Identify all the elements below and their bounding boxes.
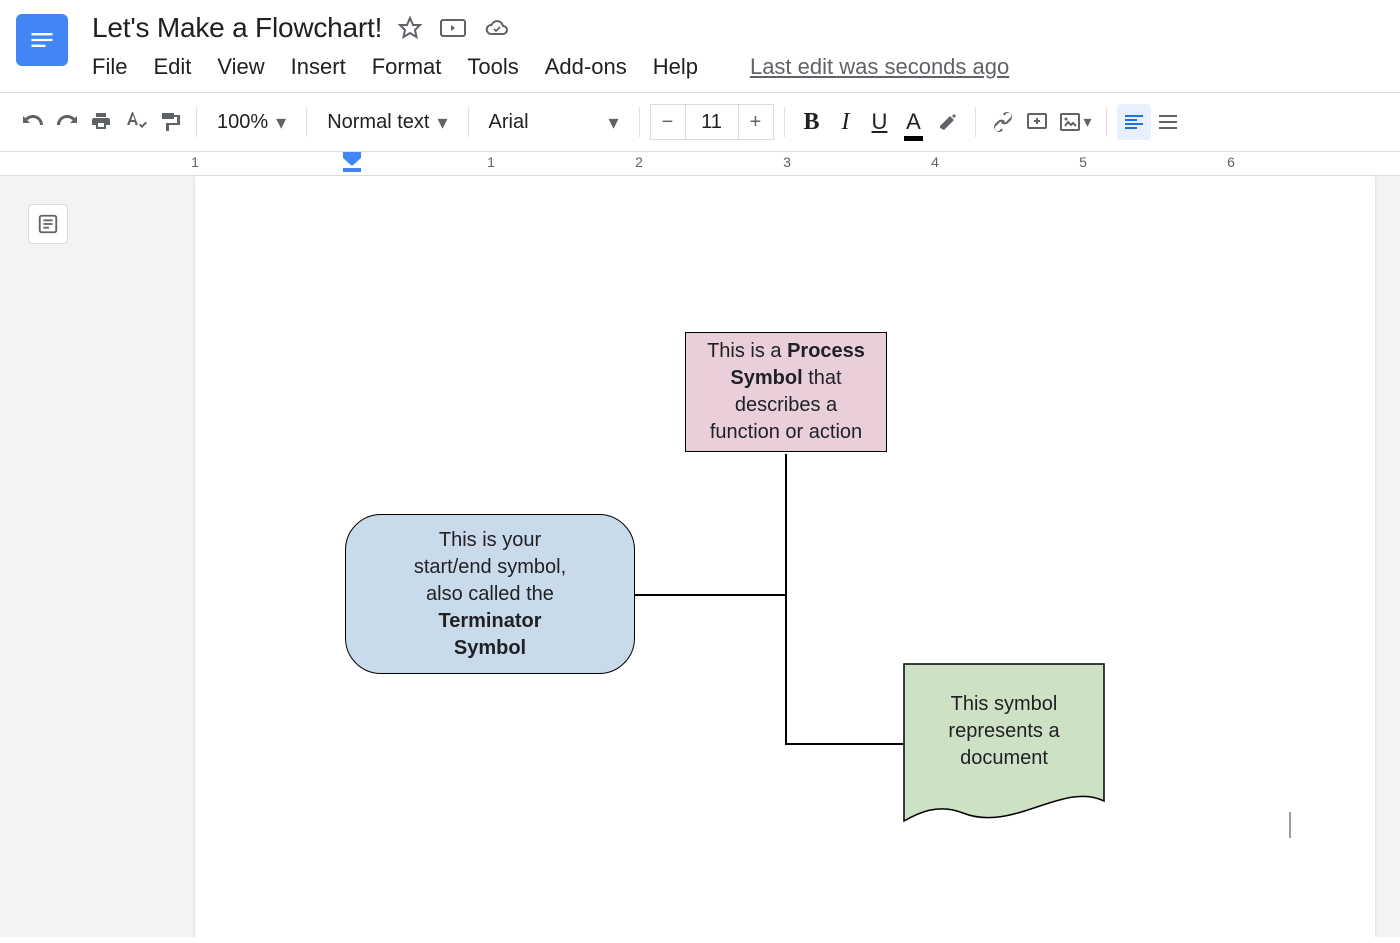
zoom-value: 100% — [217, 111, 268, 134]
font-size-input[interactable] — [686, 104, 738, 140]
underline-button[interactable]: U — [863, 104, 897, 140]
horizontal-ruler[interactable]: 1 1 2 3 4 5 6 — [0, 152, 1400, 176]
document-page[interactable]: This is your start/end symbol, also call… — [195, 176, 1375, 937]
chevron-down-icon: ▾ — [608, 110, 618, 135]
text-color-button[interactable]: A — [897, 104, 931, 140]
spellcheck-button[interactable] — [118, 104, 152, 140]
docs-logo-icon[interactable] — [16, 14, 68, 66]
ruler-mark: 2 — [635, 154, 643, 170]
app-header: Let's Make a Flowchart! File Edit View I… — [0, 0, 1400, 92]
menu-file[interactable]: File — [92, 54, 127, 80]
menu-insert[interactable]: Insert — [291, 54, 346, 80]
line-spacing-button[interactable] — [1151, 104, 1185, 140]
document-outline-button[interactable] — [28, 204, 68, 244]
undo-button[interactable] — [16, 104, 50, 140]
bold-button[interactable]: B — [795, 104, 829, 140]
ruler-mark: 1 — [191, 154, 199, 170]
align-left-button[interactable] — [1117, 104, 1151, 140]
font-size-decrease-button[interactable]: − — [650, 104, 686, 140]
menu-help[interactable]: Help — [653, 54, 698, 80]
paragraph-style-value: Normal text — [327, 111, 429, 134]
insert-link-button[interactable] — [986, 104, 1020, 140]
print-button[interactable] — [84, 104, 118, 140]
ruler-mark: 5 — [1079, 154, 1087, 170]
ruler-mark: 1 — [487, 154, 495, 170]
ruler-mark: 6 — [1227, 154, 1235, 170]
chevron-down-icon: ▾ — [276, 110, 286, 135]
chevron-down-icon: ▾ — [1084, 112, 1092, 132]
last-edit-link[interactable]: Last edit was seconds ago — [750, 54, 1009, 80]
menu-edit[interactable]: Edit — [153, 54, 191, 80]
flowchart-process-shape[interactable]: This is a Process Symbol that describes … — [685, 332, 887, 452]
document-title[interactable]: Let's Make a Flowchart! — [92, 12, 382, 44]
flowchart-terminator-shape[interactable]: This is your start/end symbol, also call… — [345, 514, 635, 674]
insert-image-button[interactable]: ▾ — [1054, 104, 1096, 140]
menu-view[interactable]: View — [217, 54, 264, 80]
cloud-status-icon[interactable] — [484, 17, 510, 39]
italic-button[interactable]: I — [829, 104, 863, 140]
flowchart-document-shape[interactable]: This symbol represents a document — [903, 663, 1105, 823]
menu-tools[interactable]: Tools — [467, 54, 518, 80]
toolbar: 100% ▾ Normal text ▾ Arial ▾ − + B I U A — [0, 92, 1400, 152]
connector-line — [785, 454, 787, 744]
font-family-value: Arial — [489, 111, 529, 134]
terminator-text: This is your start/end symbol, also call… — [414, 527, 566, 662]
redo-button[interactable] — [50, 104, 84, 140]
process-text: This is a Process Symbol that describes … — [707, 338, 865, 446]
paragraph-style-select[interactable]: Normal text ▾ — [317, 110, 457, 135]
font-size-control: − + — [650, 104, 774, 140]
document-shape-text: This symbol represents a document — [903, 691, 1105, 772]
menu-addons[interactable]: Add-ons — [545, 54, 627, 80]
text-cursor — [1289, 812, 1291, 838]
font-family-select[interactable]: Arial ▾ — [479, 110, 629, 135]
highlight-button[interactable] — [931, 104, 965, 140]
connector-line — [785, 743, 903, 745]
paint-format-button[interactable] — [152, 104, 186, 140]
ruler-mark: 3 — [783, 154, 791, 170]
connector-line — [635, 594, 785, 596]
chevron-down-icon: ▾ — [437, 110, 447, 135]
zoom-select[interactable]: 100% ▾ — [207, 110, 296, 135]
move-icon[interactable] — [440, 17, 466, 39]
font-size-increase-button[interactable]: + — [738, 104, 774, 140]
ruler-mark: 4 — [931, 154, 939, 170]
menu-bar: File Edit View Insert Format Tools Add-o… — [92, 44, 1384, 92]
indent-marker-icon[interactable] — [343, 152, 361, 175]
menu-format[interactable]: Format — [372, 54, 442, 80]
add-comment-button[interactable] — [1020, 104, 1054, 140]
star-icon[interactable] — [398, 16, 422, 40]
workspace: 1 1 2 3 4 5 6 This is your start/end sym… — [0, 152, 1400, 937]
